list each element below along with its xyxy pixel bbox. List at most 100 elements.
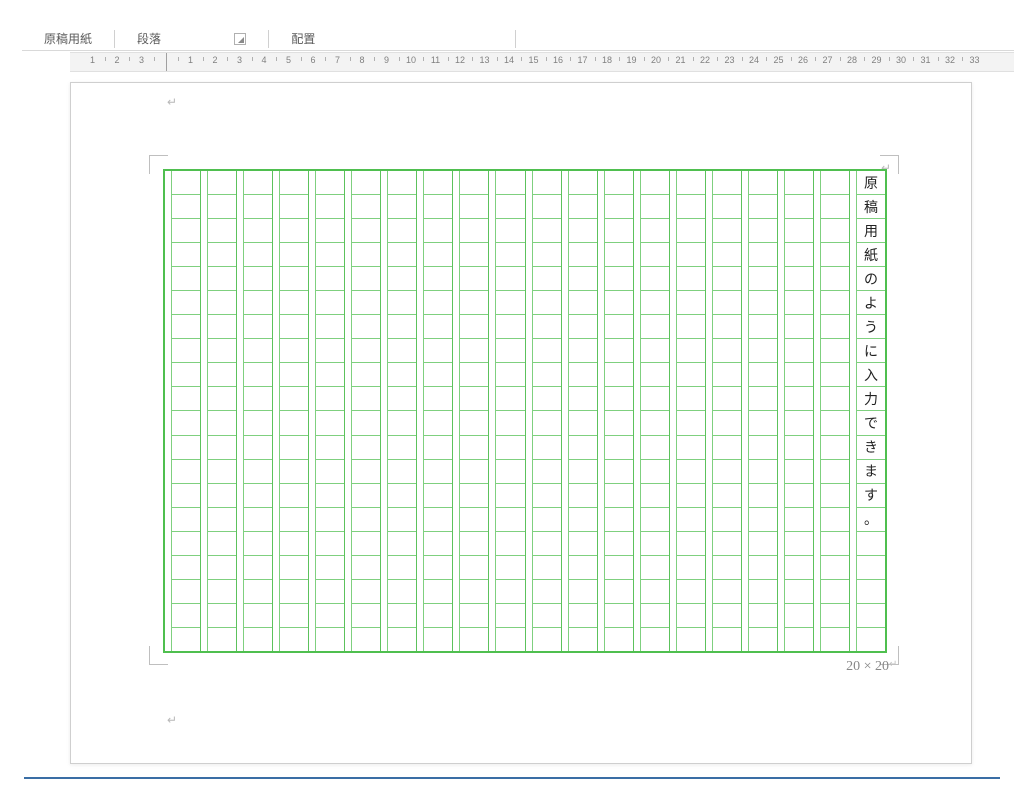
grid-cell[interactable] (533, 290, 561, 314)
grid-cell[interactable] (244, 362, 272, 386)
grid-cell[interactable] (785, 459, 813, 483)
grid-cell[interactable] (641, 242, 669, 266)
grid-cell[interactable] (316, 314, 344, 338)
grid-cell[interactable]: 入 (857, 362, 885, 386)
grid-cell[interactable] (424, 459, 452, 483)
grid-cell[interactable] (677, 314, 705, 338)
grid-cell[interactable] (821, 386, 849, 410)
grid-cell[interactable] (533, 459, 561, 483)
grid-cell[interactable] (533, 627, 561, 651)
grid-cell[interactable] (244, 483, 272, 507)
grid-cell[interactable] (496, 242, 524, 266)
grid-cell[interactable] (244, 314, 272, 338)
grid-cell[interactable] (316, 435, 344, 459)
grid-cell[interactable] (749, 507, 777, 531)
grid-cell[interactable] (641, 362, 669, 386)
grid-cell[interactable] (641, 314, 669, 338)
grid-cell[interactable] (280, 290, 308, 314)
grid-cell[interactable] (533, 218, 561, 242)
grid-cell[interactable] (280, 603, 308, 627)
grid-cell[interactable] (352, 314, 380, 338)
grid-cell[interactable] (677, 555, 705, 579)
grid-cell[interactable] (424, 579, 452, 603)
grid-cell[interactable] (280, 410, 308, 434)
grid-cell[interactable] (496, 627, 524, 651)
grid-cell[interactable] (785, 579, 813, 603)
grid-cell[interactable] (244, 242, 272, 266)
grid-cell[interactable] (533, 266, 561, 290)
grid-cell[interactable] (605, 507, 633, 531)
grid-cell[interactable] (569, 242, 597, 266)
grid-cell[interactable] (857, 627, 885, 651)
grid-cell[interactable] (785, 603, 813, 627)
grid-cell[interactable]: き (857, 435, 885, 459)
grid-cell[interactable]: 稿 (857, 194, 885, 218)
grid-cell[interactable] (352, 171, 380, 194)
grid-cell[interactable] (857, 603, 885, 627)
grid-cell[interactable] (244, 603, 272, 627)
grid-cell[interactable] (713, 218, 741, 242)
ribbon-group-genkoyoshi[interactable]: 原稿用紙 (22, 30, 114, 49)
grid-cell[interactable] (244, 459, 272, 483)
grid-cell[interactable] (496, 410, 524, 434)
character-column[interactable] (423, 171, 452, 651)
grid-cell[interactable] (605, 171, 633, 194)
grid-cell[interactable] (316, 627, 344, 651)
grid-cell[interactable] (244, 435, 272, 459)
grid-cell[interactable] (208, 218, 236, 242)
grid-cell[interactable] (785, 627, 813, 651)
grid-cell[interactable] (208, 507, 236, 531)
grid-cell[interactable] (460, 386, 488, 410)
grid-cell[interactable] (713, 386, 741, 410)
grid-cell[interactable] (352, 386, 380, 410)
grid-cell[interactable] (208, 386, 236, 410)
character-column[interactable] (171, 171, 200, 651)
grid-cell[interactable] (677, 171, 705, 194)
grid-cell[interactable] (749, 410, 777, 434)
grid-cell[interactable] (172, 362, 200, 386)
grid-cell[interactable] (424, 555, 452, 579)
grid-cell[interactable] (821, 218, 849, 242)
grid-cell[interactable] (424, 218, 452, 242)
grid-cell[interactable] (496, 531, 524, 555)
grid-cell[interactable] (496, 459, 524, 483)
grid-cell[interactable] (713, 555, 741, 579)
grid-cell[interactable] (244, 266, 272, 290)
grid-cell[interactable] (496, 218, 524, 242)
grid-cell[interactable] (713, 627, 741, 651)
grid-cell[interactable] (208, 290, 236, 314)
grid-cell[interactable] (641, 410, 669, 434)
grid-cell[interactable] (316, 483, 344, 507)
grid-cell[interactable] (641, 386, 669, 410)
grid-cell[interactable] (641, 194, 669, 218)
grid-cell[interactable]: の (857, 266, 885, 290)
grid-cell[interactable] (569, 194, 597, 218)
grid-cell[interactable] (208, 435, 236, 459)
grid-cell[interactable] (605, 242, 633, 266)
grid-cell[interactable] (316, 194, 344, 218)
grid-cell[interactable] (172, 242, 200, 266)
grid-cell[interactable] (424, 362, 452, 386)
grid-cell[interactable] (749, 627, 777, 651)
grid-cell[interactable] (605, 555, 633, 579)
grid-cell[interactable] (749, 531, 777, 555)
character-column[interactable] (640, 171, 669, 651)
grid-cell[interactable] (749, 242, 777, 266)
grid-cell[interactable] (821, 483, 849, 507)
grid-cell[interactable] (388, 555, 416, 579)
grid-cell[interactable] (605, 386, 633, 410)
grid-cell[interactable] (569, 531, 597, 555)
grid-cell[interactable] (677, 507, 705, 531)
ribbon-group-paragraph[interactable]: 段落 (115, 30, 268, 49)
grid-cell[interactable] (605, 194, 633, 218)
grid-cell[interactable] (388, 483, 416, 507)
grid-cell[interactable] (244, 627, 272, 651)
grid-cell[interactable] (280, 362, 308, 386)
grid-cell[interactable] (569, 410, 597, 434)
grid-cell[interactable] (172, 171, 200, 194)
grid-cell[interactable] (785, 338, 813, 362)
grid-cell[interactable]: よ (857, 290, 885, 314)
character-column[interactable] (459, 171, 488, 651)
grid-cell[interactable] (280, 242, 308, 266)
grid-cell[interactable] (352, 242, 380, 266)
